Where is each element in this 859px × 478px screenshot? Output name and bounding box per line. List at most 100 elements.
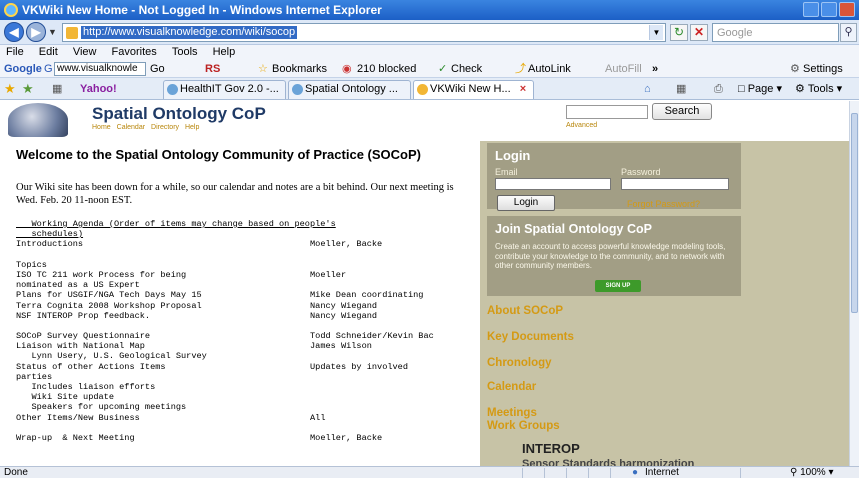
agenda-row: schedules) <box>16 229 480 239</box>
site-logo[interactable] <box>8 103 68 137</box>
toolbar-overflow-button[interactable]: » <box>652 60 658 78</box>
tools-menu[interactable]: ⚙ Tools ▾ <box>795 81 842 97</box>
agenda-row: Plans for USGIF/NGA Tech Days May 15 Mike… <box>16 290 480 300</box>
email-field[interactable] <box>495 178 611 190</box>
yahoo-link[interactable]: Yahoo! <box>80 81 117 97</box>
tab-page-icon <box>417 84 428 95</box>
agenda-item: Topics <box>16 259 47 270</box>
settings-button[interactable]: Settings <box>803 60 843 78</box>
search-input[interactable]: Google <box>712 23 839 42</box>
agenda-item: ISO TC 211 work Process for being <box>16 269 187 280</box>
status-divider <box>522 468 523 478</box>
print-icon[interactable]: ⎙ <box>714 81 723 97</box>
spellcheck-icon: ✓ <box>438 63 448 75</box>
url-field[interactable]: http://www.visualknowledge.com/wiki/soco… <box>62 23 666 42</box>
back-button[interactable]: ◀ <box>4 22 24 42</box>
main-content: Welcome to the Spatial Ontology Communit… <box>0 141 480 466</box>
menu-edit[interactable]: Edit <box>39 45 58 60</box>
internet-zone-icon: ● <box>632 467 639 478</box>
agenda-item: NSF INTEROP Prop feedback. <box>16 310 151 321</box>
forgot-password-link[interactable]: Forgot Password? <box>627 199 700 209</box>
history-dropdown-icon[interactable]: ▼ <box>48 27 57 37</box>
minimize-button[interactable] <box>803 2 819 17</box>
sign-up-button[interactable]: SIGN UP <box>595 280 641 292</box>
sidebar-link-about[interactable]: About SOCoP <box>487 305 563 317</box>
tab-page-icon <box>292 84 303 95</box>
page-menu[interactable]: □ Page ▾ <box>738 81 782 97</box>
feeds-icon[interactable]: ▦ <box>676 81 686 97</box>
nav-home-link[interactable]: Home <box>92 124 111 131</box>
close-tab-icon[interactable]: × <box>520 83 526 95</box>
google-go-button[interactable]: Go <box>150 60 165 78</box>
vertical-scrollbar[interactable] <box>849 101 859 466</box>
agenda-item: Speakers for upcoming meetings <box>16 402 187 413</box>
sidebar-link-key-documents[interactable]: Key Documents <box>487 331 574 343</box>
add-favorites-icon[interactable]: ★ <box>22 81 34 97</box>
nav-help-link[interactable]: Help <box>185 124 199 131</box>
tab-vkwiki[interactable]: VKWiki New H... × <box>413 80 534 99</box>
agenda-row: SOCoP Survey Questionnaire Todd Schneider… <box>16 331 480 341</box>
agenda-row <box>16 321 480 331</box>
site-search-button[interactable]: Search <box>652 103 712 120</box>
check-button[interactable]: Check <box>451 60 482 78</box>
sidebar-link-calendar[interactable]: Calendar <box>487 381 536 393</box>
bookmarks-button[interactable]: Bookmarks <box>272 60 327 78</box>
agenda-presenter: Mike Dean coordinating <box>310 290 424 301</box>
maximize-button[interactable] <box>821 2 837 17</box>
scrollbar-thumb[interactable] <box>851 113 858 313</box>
menu-view[interactable]: View <box>73 45 97 60</box>
refresh-icon[interactable]: ↻ <box>670 24 688 41</box>
site-search-input[interactable] <box>566 105 648 119</box>
menu-file[interactable]: File <box>6 45 24 60</box>
agenda-row: Includes liaison efforts <box>16 382 480 392</box>
agenda-row: parties <box>16 372 480 382</box>
sidebar-link-chronology[interactable]: Chronology <box>487 357 552 369</box>
site-title: Spatial Ontology CoP <box>92 104 266 123</box>
menu-favorites[interactable]: Favorites <box>112 45 157 60</box>
close-window-button[interactable] <box>839 2 855 17</box>
agenda-presenter: Updates by involved <box>310 361 408 372</box>
menu-help[interactable]: Help <box>213 45 236 60</box>
sidebar-link-meetings[interactable]: Meetings <box>487 407 537 419</box>
interop-subheading: Sensor Standards harmonization <box>522 458 695 466</box>
interop-heading: INTEROP <box>522 441 580 456</box>
status-divider <box>544 468 545 478</box>
status-divider <box>610 468 611 478</box>
agenda-item: Other Items/New Business <box>16 412 140 423</box>
password-field[interactable] <box>621 178 729 190</box>
agenda-presenter: Moeller, Backe <box>310 432 383 443</box>
zoom-level[interactable]: ⚲ 100% ▾ <box>790 467 834 478</box>
login-button[interactable]: Login <box>497 195 555 211</box>
advanced-search-link[interactable]: Advanced <box>566 122 597 129</box>
autolink-button[interactable]: AutoLink <box>528 60 571 78</box>
agenda-row <box>16 250 480 260</box>
page-icon <box>66 27 78 39</box>
agenda-row: Lynn Usery, U.S. Geological Survey <box>16 351 480 361</box>
stop-icon[interactable]: ✕ <box>690 24 708 41</box>
gear-icon: ⚙ <box>790 63 800 75</box>
tab-spatial-ontology[interactable]: Spatial Ontology ... <box>288 80 411 99</box>
google-g-icon[interactable]: G <box>44 60 53 78</box>
url-text[interactable]: http://www.visualknowledge.com/wiki/soco… <box>81 26 298 39</box>
sidebar-link-work-groups[interactable]: Work Groups <box>487 420 560 432</box>
address-bar: ◀ ▶ ▼ http://www.visualknowledge.com/wik… <box>0 20 859 45</box>
search-icon[interactable]: ⚲ <box>840 23 857 42</box>
google-search-input[interactable]: www.visualknowle <box>54 62 146 76</box>
tab-healthit[interactable]: HealthIT Gov 2.0 -... <box>163 80 286 99</box>
nav-directory-link[interactable]: Directory <box>151 124 179 131</box>
quick-tabs-icon[interactable]: ▦ <box>52 81 62 97</box>
forward-button[interactable]: ▶ <box>26 22 46 42</box>
agenda-item: Introductions <box>16 239 84 250</box>
autofill-button[interactable]: AutoFill <box>605 60 642 78</box>
agenda-row: ISO TC 211 work Process for being Moeller <box>16 270 480 280</box>
menu-tools[interactable]: Tools <box>172 45 198 60</box>
nav-calendar-link[interactable]: Calendar <box>117 124 145 131</box>
agenda-item: schedules) <box>16 229 84 240</box>
join-heading: Join Spatial Ontology CoP <box>495 222 652 236</box>
favorites-star-icon[interactable]: ★ <box>4 81 16 97</box>
home-icon[interactable]: ⌂ <box>644 81 651 97</box>
popup-blocked-count[interactable]: 210 blocked <box>357 60 416 78</box>
url-dropdown-icon[interactable]: ▼ <box>649 25 663 40</box>
rs-button[interactable]: RS <box>205 60 220 78</box>
join-box: Join Spatial Ontology CoP Create an acco… <box>487 216 741 296</box>
